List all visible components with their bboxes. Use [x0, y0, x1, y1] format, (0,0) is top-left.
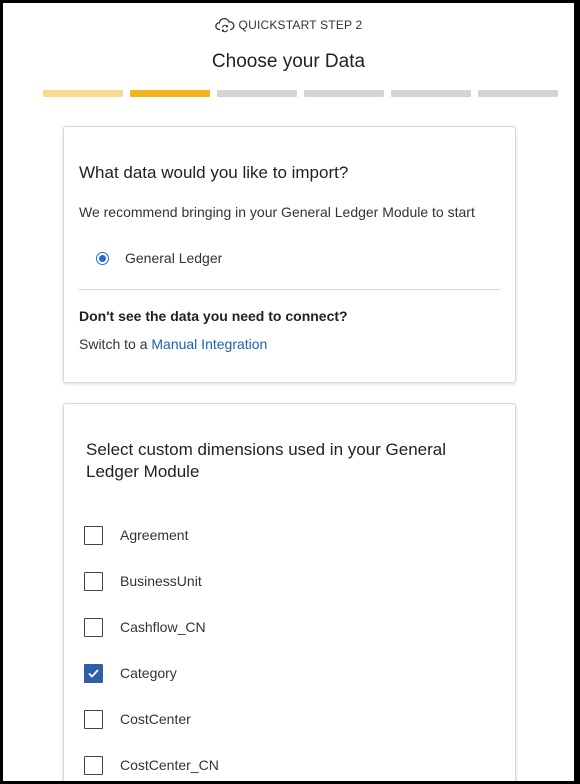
cashflow-cn-label: Cashflow_CN — [120, 619, 206, 635]
switch-line: Switch to a Manual Integration — [79, 336, 267, 352]
category-label: Category — [120, 665, 177, 681]
import-recommendation: We recommend bringing in your General Le… — [79, 204, 475, 220]
category-checkbox[interactable] — [84, 663, 103, 683]
costcenter-cn-label: CostCenter_CN — [120, 757, 219, 773]
general-ledger-radio[interactable] — [96, 251, 109, 265]
costcenter-cn-checkbox[interactable] — [84, 755, 103, 775]
cloud-sync-icon — [214, 17, 235, 33]
dimension-row-costcenter[interactable]: CostCenter — [84, 696, 219, 742]
businessunit-label: BusinessUnit — [120, 573, 202, 589]
import-question: What data would you like to import? — [79, 163, 349, 182]
missing-data-heading: Don't see the data you need to connect? — [79, 308, 348, 324]
divider — [79, 289, 500, 290]
cashflow-cn-checkbox[interactable] — [84, 617, 103, 637]
page-title: Choose your Data — [211, 51, 366, 72]
dimensions-title: Select custom dimensions used in your Ge… — [86, 440, 447, 481]
costcenter-label: CostCenter — [120, 711, 191, 727]
quickstart-panel: QUICKSTART STEP 2 Choose your Data What … — [3, 3, 574, 781]
progress-step-3 — [217, 90, 297, 97]
general-ledger-option[interactable]: General Ledger — [96, 250, 222, 266]
progress-step-6 — [478, 90, 558, 97]
dimension-row-businessunit[interactable]: BusinessUnit — [84, 558, 219, 604]
agreement-checkbox[interactable] — [84, 525, 103, 545]
dimension-row-category[interactable]: Category — [84, 650, 219, 696]
progress-step-2 — [130, 90, 210, 97]
dimension-list: Agreement BusinessUnit Cashflow_CN Categ… — [84, 512, 219, 781]
dimension-row-cashflow-cn[interactable]: Cashflow_CN — [84, 604, 219, 650]
progress-step-5 — [391, 90, 471, 97]
agreement-label: Agreement — [120, 527, 189, 543]
custom-dimensions-card: Select custom dimensions used in your Ge… — [63, 403, 516, 781]
manual-integration-link[interactable]: Manual Integration — [151, 336, 267, 352]
general-ledger-label: General Ledger — [125, 250, 223, 266]
progress-step-4 — [304, 90, 384, 97]
switch-prefix: Switch to a — [79, 336, 152, 352]
step-header: QUICKSTART STEP 2 — [3, 17, 574, 33]
businessunit-checkbox[interactable] — [84, 571, 103, 591]
step-label: QUICKSTART STEP 2 — [238, 18, 363, 32]
progress-step-1 — [43, 90, 123, 97]
import-data-card: What data would you like to import? We r… — [63, 126, 516, 383]
step-progress-bar — [43, 90, 558, 97]
costcenter-checkbox[interactable] — [84, 709, 103, 729]
dimension-row-costcenter-cn[interactable]: CostCenter_CN — [84, 742, 219, 781]
dimension-row-agreement[interactable]: Agreement — [84, 512, 219, 558]
